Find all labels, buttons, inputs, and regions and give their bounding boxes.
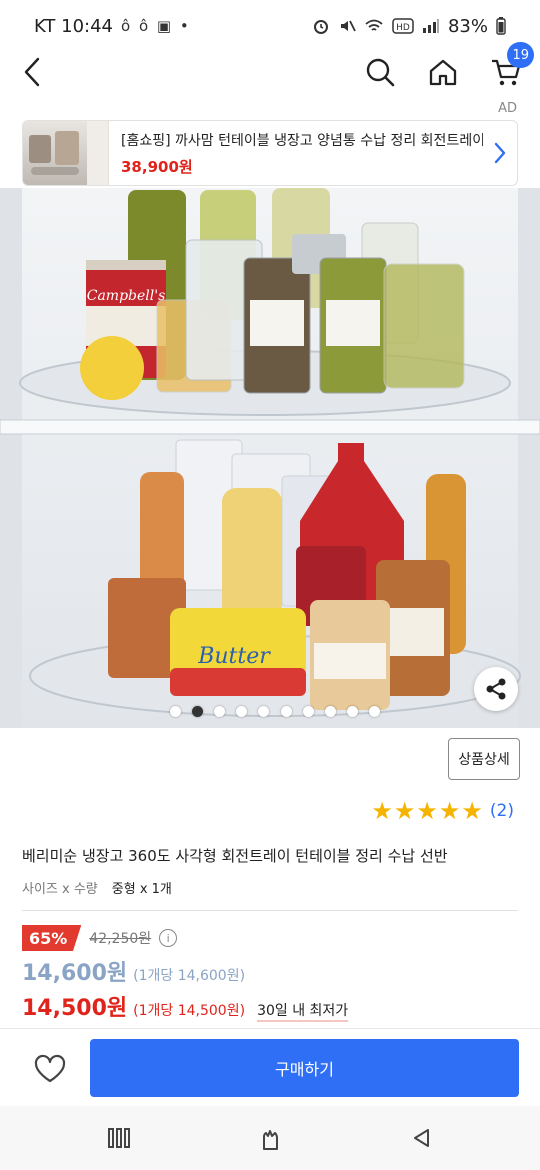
recent-apps-button[interactable] xyxy=(101,1122,137,1154)
ad-text: [홈쇼핑] 까사맘 턴테이블 냉장고 양념통 수납 정리 회전트레이 38,90… xyxy=(109,130,483,177)
status-bar: KT 10:44 ô ô ▣ • HD 83% xyxy=(0,0,540,52)
sale-price-row: 14,600원 (1개당 14,600원) xyxy=(22,955,245,987)
share-icon xyxy=(486,678,506,700)
carrier-time: KT 10:44 xyxy=(34,15,113,37)
review-count[interactable]: (2) xyxy=(490,801,514,821)
wifi-icon xyxy=(365,19,383,31)
discount-badge: 65% xyxy=(22,925,82,951)
status-right: HD 83% xyxy=(312,16,506,37)
sale-unit-price: (1개당 14,600원) xyxy=(133,968,246,984)
best-unit-price: (1개당 14,500원) xyxy=(133,1003,246,1019)
pagination-dot[interactable] xyxy=(170,705,181,717)
option-value: 중형 x 1개 xyxy=(111,882,172,897)
system-nav-bar xyxy=(0,1106,540,1170)
sale-price: 14,600원 xyxy=(22,961,128,986)
product-photo: Campbell's Butter xyxy=(0,188,540,728)
purchase-bar: 구매하기 xyxy=(0,1028,540,1106)
pagination-dot[interactable] xyxy=(280,705,292,717)
info-icon[interactable]: i xyxy=(159,929,178,947)
battery-percent: 83% xyxy=(447,15,488,37)
ad-label: AD xyxy=(498,101,517,116)
heart-icon xyxy=(34,1054,66,1083)
best-price-row: 14,500원 (1개당 14,500원) 30일 내 최저가 xyxy=(22,990,349,1022)
ad-thumbnail xyxy=(23,121,87,185)
ad-title: [홈쇼핑] 까사맘 턴테이블 냉장고 양념통 수납 정리 회전트레이 xyxy=(121,132,483,149)
pagination-dot[interactable] xyxy=(324,705,336,717)
buy-button[interactable]: 구매하기 xyxy=(90,1039,519,1097)
battery-icon xyxy=(496,17,506,35)
cart-count-badge: 19 xyxy=(507,42,534,68)
search-icon xyxy=(366,58,395,87)
mute-icon xyxy=(340,20,356,32)
share-button[interactable] xyxy=(474,667,518,711)
recent-apps-icon xyxy=(108,1128,130,1148)
star-icon: ★ xyxy=(461,797,483,825)
pagination-dot[interactable] xyxy=(346,705,358,717)
cart-button[interactable]: 19 xyxy=(486,42,534,92)
pagination-dot-active[interactable] xyxy=(192,705,204,717)
original-price: 42,250원 xyxy=(89,931,152,947)
option-label: 사이즈 x 수량 xyxy=(22,882,98,897)
product-title: 베리미순 냉장고 360도 사각형 회전트레이 턴테이블 정리 수납 선반 xyxy=(22,847,448,865)
back-button[interactable] xyxy=(14,52,50,92)
pagination-dot[interactable] xyxy=(214,705,226,717)
svg-text:Campbell's: Campbell's xyxy=(87,288,166,304)
ad-open-button[interactable] xyxy=(483,121,517,185)
best-price: 14,500원 xyxy=(22,996,128,1021)
ad-price: 38,900원 xyxy=(121,157,193,176)
rating[interactable]: ★ ★ ★ ★ ★ (2) xyxy=(371,798,514,824)
ad-banner[interactable]: [홈쇼핑] 까사맘 턴테이블 냉장고 양념통 수납 정리 회전트레이 38,90… xyxy=(22,120,518,186)
pagination-dot[interactable] xyxy=(368,705,380,717)
star-icon: ★ xyxy=(371,797,393,825)
option-row: 사이즈 x 수량 중형 x 1개 xyxy=(22,878,172,897)
pagination-dot[interactable] xyxy=(258,705,270,717)
pagination-dot[interactable] xyxy=(236,705,248,717)
product-detail-button[interactable]: 상품상세 xyxy=(448,738,520,780)
notification-icons: ô ô ▣ • xyxy=(121,17,191,35)
ad-thumbnail-side xyxy=(87,121,109,185)
pagination-dot[interactable] xyxy=(302,705,314,717)
image-pagination xyxy=(170,705,380,717)
wishlist-button[interactable] xyxy=(28,1049,72,1089)
bixby-home-icon xyxy=(263,1130,278,1150)
top-nav: 19 xyxy=(0,42,540,92)
alarm-icon xyxy=(313,20,328,34)
triangle-back-icon xyxy=(414,1129,429,1147)
star-icon: ★ xyxy=(393,797,416,825)
svg-text:Butter: Butter xyxy=(197,644,271,669)
status-left: KT 10:44 ô ô ▣ • xyxy=(34,16,191,37)
lowest-price-tag: 30일 내 최저가 xyxy=(257,1000,349,1022)
signal-icon xyxy=(422,19,439,33)
star-icon: ★ xyxy=(416,797,438,825)
home-icon xyxy=(429,59,457,86)
back-nav-button[interactable] xyxy=(403,1122,439,1154)
search-button[interactable] xyxy=(360,52,400,92)
home-gesture-button[interactable] xyxy=(252,1122,288,1154)
hd-icon: HD xyxy=(392,18,414,34)
svg-text:HD: HD xyxy=(396,23,410,33)
product-image[interactable]: Campbell's Butter xyxy=(0,188,540,728)
star-icon: ★ xyxy=(438,797,461,825)
divider xyxy=(22,910,518,911)
home-button[interactable] xyxy=(423,52,463,92)
chevron-left-icon xyxy=(24,57,40,87)
discount-row: 65% 42,250원 i xyxy=(22,925,178,951)
chevron-right-icon xyxy=(494,142,506,164)
